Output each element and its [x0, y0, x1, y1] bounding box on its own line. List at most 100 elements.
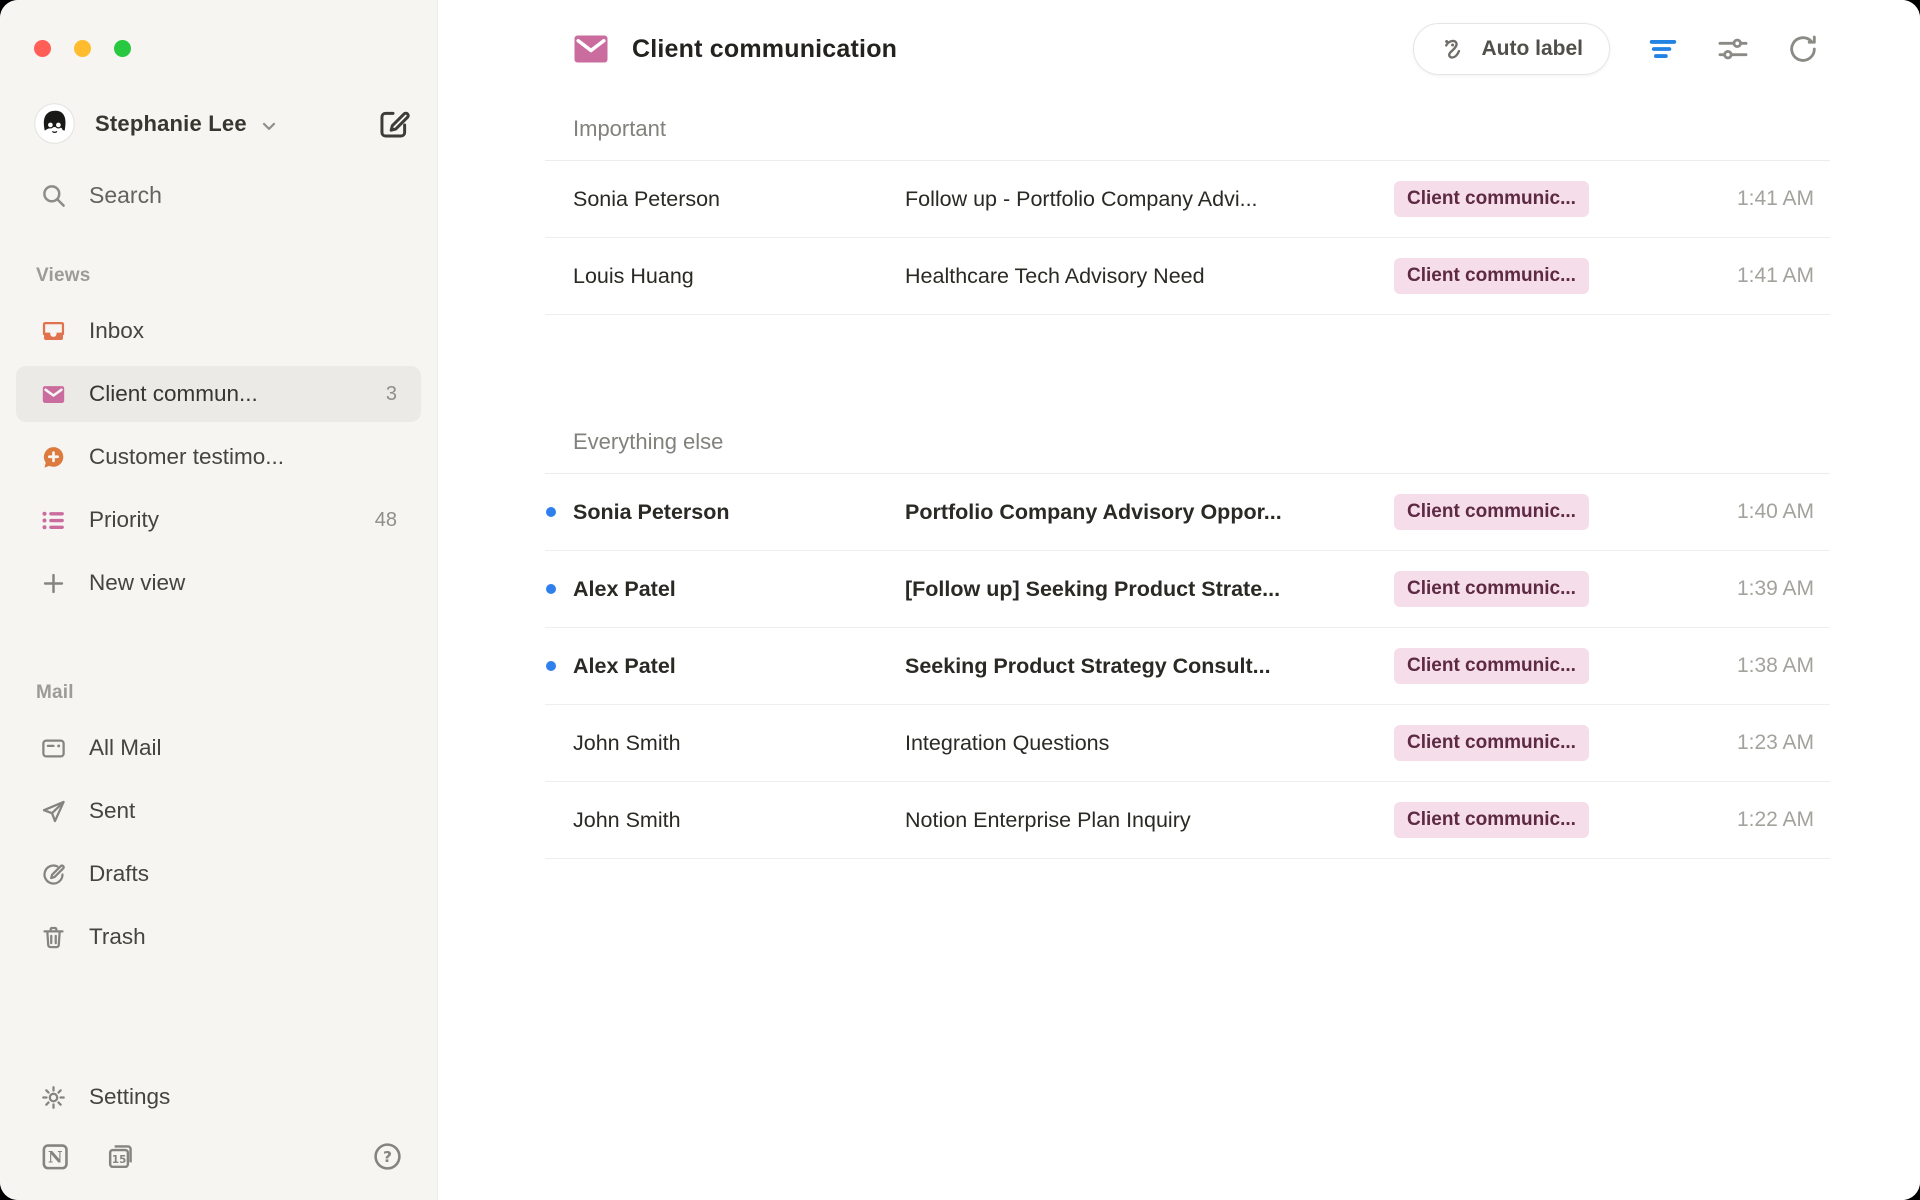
label-badge[interactable]: Client communic...	[1394, 571, 1589, 607]
filter-icon[interactable]	[1646, 32, 1680, 66]
email-subject: Portfolio Company Advisory Oppor...	[905, 500, 1394, 525]
sidebar-item-trash[interactable]: Trash	[16, 909, 421, 965]
unread-gutter	[545, 507, 573, 517]
label-badge[interactable]: Client communic...	[1394, 648, 1589, 684]
sidebar-item-customer-testimonials[interactable]: Customer testimo...	[16, 429, 421, 485]
search-icon	[40, 182, 67, 209]
email-subject: Follow up - Portfolio Company Advi...	[905, 187, 1394, 212]
close-button[interactable]	[34, 40, 51, 57]
sidebar-item-inbox[interactable]: Inbox	[16, 303, 421, 359]
unread-dot-icon	[546, 507, 556, 517]
sidebar-item-label: New view	[89, 570, 397, 596]
sidebar-section-mail: Mail	[36, 682, 437, 704]
unread-gutter	[545, 584, 573, 594]
sidebar-item-count: 3	[386, 383, 397, 406]
label-badge[interactable]: Client communic...	[1394, 494, 1589, 530]
toolbar: Auto label	[1413, 23, 1820, 75]
all-mail-icon	[40, 735, 67, 762]
main-panel: Client communication Auto label	[438, 0, 1920, 1200]
window-controls	[0, 0, 437, 57]
sidebar-item-label: Customer testimo...	[89, 444, 397, 470]
email-row[interactable]: Sonia Peterson Portfolio Company Advisor…	[545, 474, 1830, 551]
help-icon[interactable]: ?	[372, 1141, 403, 1172]
email-sender: Sonia Peterson	[573, 500, 905, 525]
search-button[interactable]: Search	[40, 182, 413, 209]
gear-icon	[40, 1084, 67, 1111]
email-subject: Healthcare Tech Advisory Need	[905, 264, 1394, 289]
sidebar-item-sent[interactable]: Sent	[16, 783, 421, 839]
unread-gutter	[545, 194, 573, 204]
email-time: 1:23 AM	[1646, 731, 1830, 755]
label-column: Client communic...	[1394, 725, 1646, 761]
minimize-button[interactable]	[74, 40, 91, 57]
label-badge[interactable]: Client communic...	[1394, 802, 1589, 838]
svg-text:15: 15	[112, 1154, 126, 1166]
label-column: Client communic...	[1394, 494, 1646, 530]
label-column: Client communic...	[1394, 802, 1646, 838]
sidebar-item-label: Inbox	[89, 318, 397, 344]
sidebar-item-label: Settings	[89, 1084, 397, 1110]
compose-icon	[377, 107, 411, 141]
app-window: Stephanie Lee Search Views Inbox	[0, 0, 1920, 1200]
unread-gutter	[545, 815, 573, 825]
search-label: Search	[89, 182, 162, 209]
trash-icon	[40, 924, 67, 951]
email-row[interactable]: John Smith Integration Questions Client …	[545, 705, 1830, 782]
email-sender: Alex Patel	[573, 654, 905, 679]
email-sender: John Smith	[573, 808, 905, 833]
email-row[interactable]: John Smith Notion Enterprise Plan Inquir…	[545, 782, 1830, 859]
notion-logo-icon[interactable]: N	[40, 1141, 71, 1172]
view-title-group: Client communication	[572, 34, 897, 64]
sidebar-item-client-communication[interactable]: Client commun... 3	[16, 366, 421, 422]
sidebar-item-new-view[interactable]: New view	[16, 555, 421, 611]
zoom-button[interactable]	[114, 40, 131, 57]
sidebar-section-views: Views	[36, 265, 437, 287]
label-column: Client communic...	[1394, 258, 1646, 294]
email-time: 1:40 AM	[1646, 500, 1830, 524]
unread-dot-icon	[546, 584, 556, 594]
email-row[interactable]: Alex Patel [Follow up] Seeking Product S…	[545, 551, 1830, 628]
chat-bubble-plus-icon	[40, 444, 67, 471]
sidebar-item-label: All Mail	[89, 735, 397, 761]
svg-text:N: N	[48, 1148, 63, 1167]
sidebar-item-drafts[interactable]: Drafts	[16, 846, 421, 902]
account-switcher[interactable]: Stephanie Lee	[34, 103, 411, 144]
email-row[interactable]: Louis Huang Healthcare Tech Advisory Nee…	[545, 238, 1830, 315]
section-title: Important	[545, 98, 1830, 160]
email-time: 1:39 AM	[1646, 577, 1830, 601]
sidebar-item-settings[interactable]: Settings	[16, 1069, 421, 1125]
sidebar-item-all-mail[interactable]: All Mail	[16, 720, 421, 776]
label-column: Client communic...	[1394, 648, 1646, 684]
label-badge[interactable]: Client communic...	[1394, 725, 1589, 761]
email-subject: Integration Questions	[905, 731, 1394, 756]
user-name: Stephanie Lee	[95, 111, 247, 137]
sliders-icon[interactable]	[1716, 32, 1750, 66]
email-subject: [Follow up] Seeking Product Strate...	[905, 577, 1394, 602]
paper-plane-icon	[40, 798, 67, 825]
refresh-icon[interactable]	[1786, 32, 1820, 66]
page-title: Client communication	[632, 35, 897, 64]
email-row[interactable]: Sonia Peterson Follow up - Portfolio Com…	[545, 161, 1830, 238]
email-time: 1:41 AM	[1646, 264, 1830, 288]
sidebar: Stephanie Lee Search Views Inbox	[0, 0, 438, 1200]
auto-label-button[interactable]: Auto label	[1413, 23, 1610, 75]
email-time: 1:41 AM	[1646, 187, 1830, 211]
sidebar-item-label: Priority	[89, 507, 375, 533]
sidebar-item-priority[interactable]: Priority 48	[16, 492, 421, 548]
email-time: 1:38 AM	[1646, 654, 1830, 678]
priority-list-icon	[40, 507, 67, 534]
email-row[interactable]: Alex Patel Seeking Product Strategy Cons…	[545, 628, 1830, 705]
label-badge[interactable]: Client communic...	[1394, 181, 1589, 217]
unread-gutter	[545, 738, 573, 748]
unread-gutter	[545, 661, 573, 671]
email-sender: Louis Huang	[573, 264, 905, 289]
email-subject: Seeking Product Strategy Consult...	[905, 654, 1394, 679]
envelope-icon	[572, 34, 610, 64]
email-sender: John Smith	[573, 731, 905, 756]
compose-button[interactable]	[377, 107, 411, 141]
email-section-important: Important Sonia Peterson Follow up - Por…	[545, 98, 1830, 315]
sidebar-item-label: Sent	[89, 798, 397, 824]
label-badge[interactable]: Client communic...	[1394, 258, 1589, 294]
view-header: Client communication Auto label	[438, 0, 1920, 98]
calendar-15-icon[interactable]: 15	[105, 1141, 136, 1172]
